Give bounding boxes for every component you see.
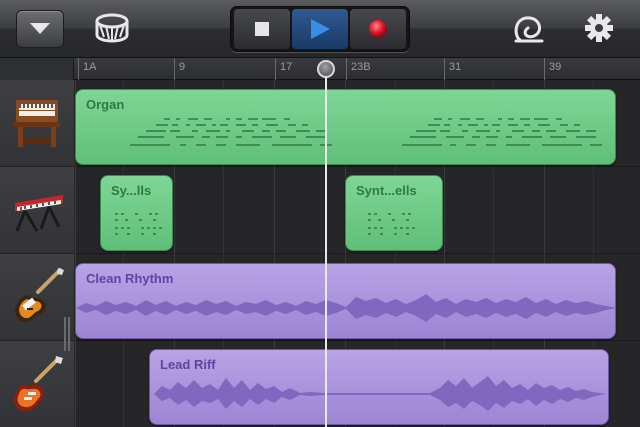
- transport-controls: [230, 6, 410, 52]
- audio-waveform: [154, 376, 606, 411]
- record-icon: [369, 20, 387, 38]
- tracks-area[interactable]: Organ Sy...lls Synt...ells Clean Rhythm …: [75, 80, 640, 427]
- track-header-organ[interactable]: [0, 80, 74, 167]
- audio-waveform: [76, 294, 615, 322]
- midi-notes: [368, 213, 415, 235]
- track-header-clean-guitar[interactable]: [0, 254, 74, 341]
- region-organ[interactable]: Organ: [75, 89, 616, 165]
- stop-button[interactable]: [234, 9, 290, 49]
- ruler-mark: 23B: [346, 58, 371, 80]
- midi-notes: [130, 118, 602, 146]
- organ-icon: [14, 100, 60, 147]
- electric-guitar-icon: [15, 268, 64, 323]
- region-clean-rhythm[interactable]: Clean Rhythm: [75, 263, 616, 339]
- ruler-corner: [0, 58, 74, 80]
- loop-browser-button[interactable]: [510, 10, 548, 48]
- ruler-mark: 9: [174, 58, 185, 80]
- track-header-column: [0, 80, 74, 427]
- region-synth-bells[interactable]: Sy...lls: [100, 175, 173, 251]
- my-songs-menu-button[interactable]: [16, 10, 64, 48]
- ruler-mark: 1A: [78, 58, 96, 80]
- midi-notes: [115, 213, 162, 235]
- gear-icon: [585, 14, 613, 42]
- stop-icon: [255, 22, 269, 36]
- track-header-resize-handle[interactable]: [64, 317, 70, 351]
- region-lead-riff[interactable]: Lead Riff: [149, 349, 609, 425]
- ruler-mark: 17: [275, 58, 292, 80]
- keyboard-icon: [15, 195, 63, 232]
- electric-guitar-icon: [13, 356, 63, 412]
- chevron-down-icon: [30, 23, 50, 34]
- track-header-lead-guitar[interactable]: [0, 341, 74, 427]
- loop-icon: [514, 16, 544, 43]
- region-synth-bells[interactable]: Synt...ells: [345, 175, 443, 251]
- control-bar: [0, 0, 640, 58]
- settings-button[interactable]: [580, 9, 618, 47]
- record-button[interactable]: [350, 9, 406, 49]
- ruler-mark: 31: [444, 58, 461, 80]
- play-button[interactable]: [292, 9, 348, 49]
- playhead-handle[interactable]: [317, 60, 335, 78]
- play-icon: [311, 19, 330, 39]
- track-header-synth[interactable]: [0, 167, 74, 254]
- ruler-mark: 39: [544, 58, 561, 80]
- playhead-line: [325, 68, 327, 427]
- drum-icon: [95, 13, 129, 43]
- instrument-browser-button[interactable]: [90, 8, 134, 50]
